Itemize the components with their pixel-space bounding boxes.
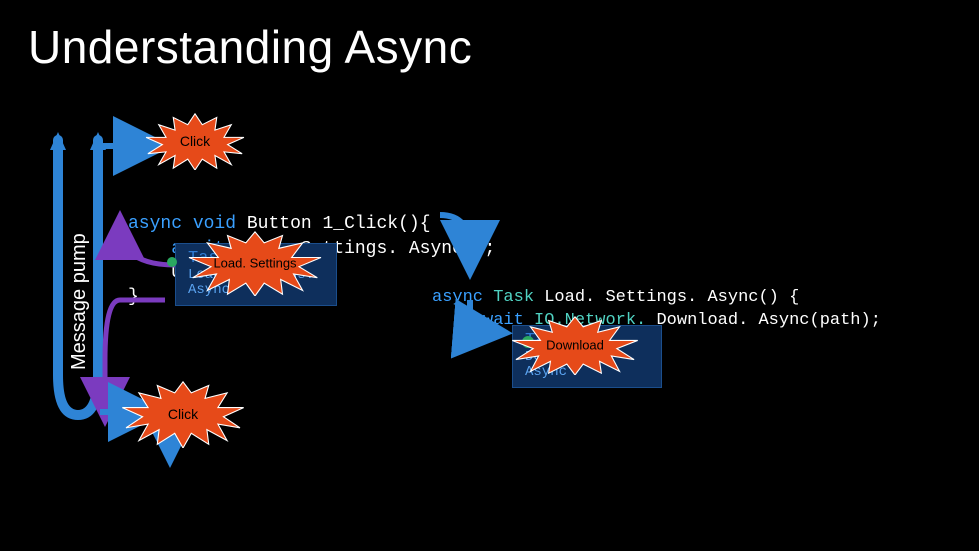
kw-async: async <box>128 214 182 234</box>
burst-label: Click <box>140 133 250 149</box>
burst-click-top: Click <box>140 112 250 170</box>
download-call: Download. Async(path); <box>656 311 880 330</box>
kw-task: Task <box>493 288 534 307</box>
kw-async: async <box>432 288 483 307</box>
burst-label: Click <box>118 406 248 422</box>
code-load-settings-async: async Task Load. Settings. Async() { awa… <box>432 264 881 333</box>
burst-label: Download <box>505 338 645 353</box>
burst-download: Download <box>505 315 645 375</box>
message-pump-label: Message pump <box>68 233 91 370</box>
burst-label: Load. Settings <box>180 256 330 271</box>
brace-close: } <box>128 287 139 307</box>
fn-name-right: Load. Settings. Async() { <box>544 288 799 307</box>
page-title: Understanding Async <box>28 20 472 74</box>
burst-click-bottom: Click <box>118 380 248 448</box>
burst-load-settings: Load. Settings <box>180 230 330 296</box>
